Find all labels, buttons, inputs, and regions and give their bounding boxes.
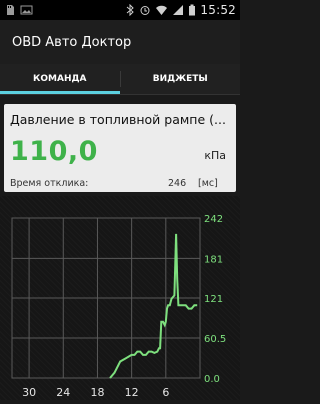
y-tick-label: 242 <box>204 214 223 225</box>
latency-label: Время отклика: <box>10 178 89 189</box>
status-time: 15:52 <box>200 3 236 17</box>
tab-widgets[interactable]: ВИДЖЕТЫ <box>121 64 241 94</box>
status-bar: 15:52 <box>0 0 240 20</box>
sd-card-icon <box>4 1 16 20</box>
y-tick-label: 121 <box>204 294 223 305</box>
sensor-title: Давление в топливной рампе (... <box>10 112 226 127</box>
tab-command-label: КОМАНДА <box>33 74 87 84</box>
x-tick-label: 30 <box>22 386 36 399</box>
y-tick-label: 0.0 <box>204 374 220 385</box>
bluetooth-icon <box>126 1 135 20</box>
x-tick-label: 12 <box>125 386 139 399</box>
wifi-icon <box>155 1 168 20</box>
tab-bar: КОМАНДА ВИДЖЕТЫ <box>0 64 240 95</box>
y-tick-label: 181 <box>204 254 223 265</box>
chart-area: 30 24 18 12 6 242 181 121 60.5 0.0 <box>0 196 240 400</box>
latency-value: 246 <box>168 178 187 189</box>
tab-command[interactable]: КОМАНДА <box>0 64 120 94</box>
x-axis-labels: 30 24 18 12 6 <box>22 386 169 399</box>
action-bar: OBD Авто Доктор <box>0 20 240 64</box>
image-icon <box>20 1 33 20</box>
sensor-card[interactable]: Давление в топливной рампе (... 110,0 кП… <box>4 104 236 192</box>
chart-series-line <box>109 233 198 379</box>
y-tick-label: 60.5 <box>204 334 226 345</box>
sensor-unit: кПа <box>204 149 226 162</box>
battery-icon <box>188 1 196 20</box>
x-tick-label: 6 <box>162 386 169 399</box>
y-axis-labels: 242 181 121 60.5 0.0 <box>204 214 226 385</box>
alarm-icon <box>139 1 151 20</box>
pressure-chart: 30 24 18 12 6 242 181 121 60.5 0.0 <box>11 214 226 399</box>
sensor-value: 110,0 <box>10 136 98 167</box>
x-tick-label: 18 <box>90 386 104 399</box>
x-tick-label: 24 <box>56 386 70 399</box>
latency-unit: [мс] <box>198 178 218 189</box>
signal-icon <box>172 1 184 20</box>
app-title: OBD Авто Доктор <box>12 34 132 50</box>
tab-widgets-label: ВИДЖЕТЫ <box>152 74 208 84</box>
